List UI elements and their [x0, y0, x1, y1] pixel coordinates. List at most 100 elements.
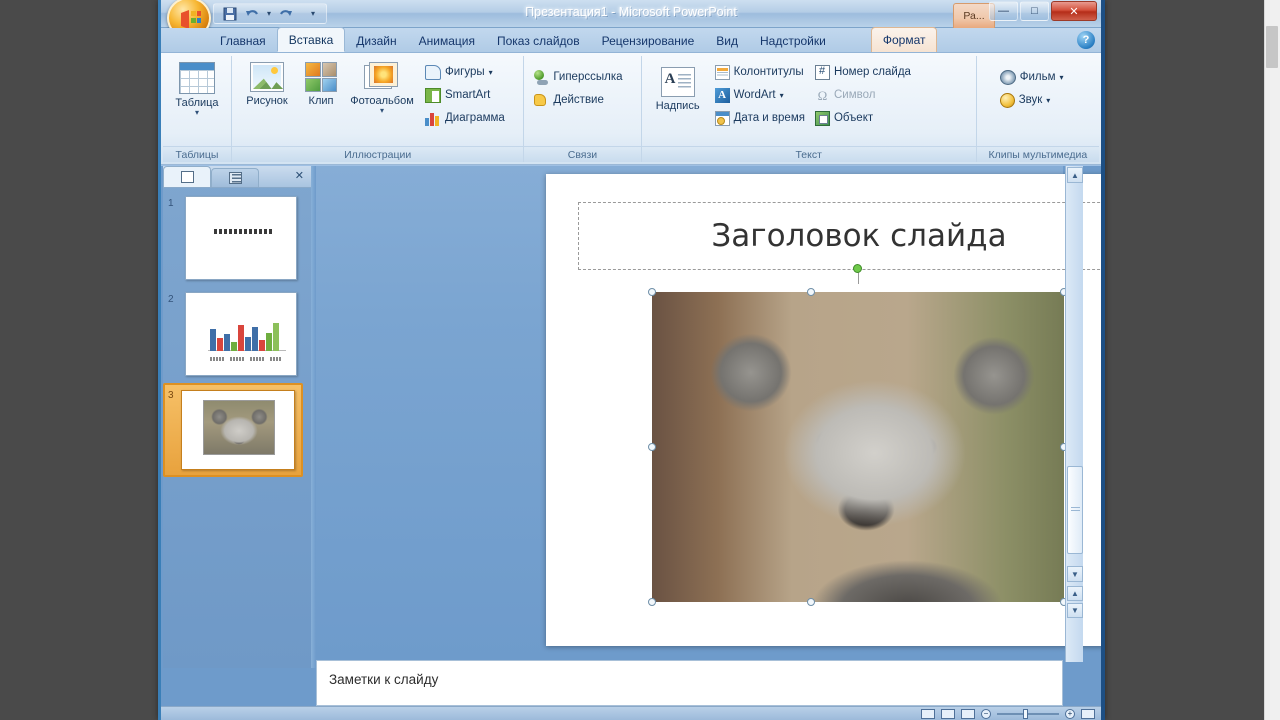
- chart-icon: [425, 111, 441, 126]
- resize-handle-middle-left[interactable]: [648, 443, 656, 451]
- datetime-icon: [714, 110, 730, 126]
- chart-label: Диаграмма: [445, 112, 505, 124]
- wordart-dropdown-icon[interactable]: ▾: [780, 91, 784, 100]
- smartart-button[interactable]: SmartArt: [421, 85, 509, 105]
- textbox-button[interactable]: A Надпись: [647, 59, 709, 112]
- scroll-up-button[interactable]: ▲: [1067, 167, 1083, 183]
- minimize-button[interactable]: —: [989, 1, 1018, 21]
- tab-view[interactable]: Вид: [705, 30, 749, 52]
- tab-addins[interactable]: Надстройки: [749, 30, 837, 52]
- rotation-handle[interactable]: [853, 264, 862, 273]
- chart-button[interactable]: Диаграмма: [421, 108, 509, 128]
- tab-format[interactable]: Формат: [870, 27, 938, 52]
- title-placeholder[interactable]: Заголовок слайда: [578, 202, 1101, 270]
- slides-tab[interactable]: [163, 166, 211, 187]
- shapes-dropdown-icon[interactable]: ▾: [489, 68, 493, 77]
- slides-tab-icon: [180, 171, 194, 183]
- picture-button-label: Рисунок: [246, 95, 288, 107]
- action-label: Действие: [553, 94, 604, 106]
- zoom-in-button[interactable]: +: [1065, 708, 1075, 719]
- resize-handle-bottom-center[interactable]: [807, 598, 815, 606]
- hyperlink-button[interactable]: Гиперссылка: [529, 67, 626, 87]
- media-small-buttons: Фильм ▾ Звук ▾: [982, 59, 1068, 110]
- thumbnail-slide-2[interactable]: 2: [163, 290, 311, 386]
- shapes-button[interactable]: Фигуры ▾: [421, 62, 509, 82]
- table-dropdown-icon[interactable]: ▾: [195, 109, 199, 117]
- slidenumber-label: Номер слайда: [833, 66, 911, 78]
- sound-label: Звук: [1018, 94, 1043, 106]
- scrollbar-thumb[interactable]: [1067, 466, 1083, 554]
- resize-handle-top-left[interactable]: [648, 288, 656, 296]
- ribbon-group-media: Фильм ▾ Звук ▾ Клипы мультимедиа: [975, 56, 1099, 162]
- movie-dropdown-icon[interactable]: ▾: [1059, 73, 1063, 82]
- help-icon[interactable]: ?: [1077, 31, 1095, 49]
- wordart-button[interactable]: A WordArt ▾: [711, 85, 809, 105]
- tab-review[interactable]: Рецензирование: [591, 30, 706, 52]
- sound-icon: [999, 92, 1015, 108]
- thumbnail-slide-3[interactable]: 3: [163, 383, 311, 482]
- notes-pane[interactable]: Заметки к слайду: [316, 660, 1063, 706]
- headerfooter-button[interactable]: Колонтитулы: [711, 62, 809, 82]
- normal-view-icon[interactable]: [921, 708, 935, 719]
- notes-placeholder-text: Заметки к слайду: [329, 672, 439, 687]
- tab-insert[interactable]: Вставка: [276, 27, 346, 52]
- close-pane-icon[interactable]: ✕: [295, 169, 304, 182]
- zoom-slider-thumb[interactable]: [1023, 708, 1028, 719]
- hyperlink-label: Гиперссылка: [553, 71, 623, 83]
- sorter-view-icon[interactable]: [941, 708, 955, 719]
- tab-animation[interactable]: Анимация: [408, 30, 486, 52]
- browser-scrollbar[interactable]: [1264, 0, 1280, 720]
- slide-canvas[interactable]: Заголовок слайда: [546, 174, 1101, 646]
- picture-icon: [250, 62, 284, 92]
- slideshow-view-icon[interactable]: [961, 708, 975, 719]
- sound-dropdown-icon[interactable]: ▾: [1046, 96, 1050, 105]
- outline-tab[interactable]: [211, 168, 259, 187]
- koala-image[interactable]: [652, 292, 1064, 602]
- close-button[interactable]: ✕: [1051, 1, 1097, 21]
- table-button[interactable]: Таблица ▾: [168, 59, 226, 117]
- zoom-out-button[interactable]: −: [981, 708, 991, 719]
- ribbon-group-media-title: Клипы мультимедиа: [976, 146, 1099, 162]
- headerfooter-icon: [714, 64, 730, 80]
- status-bar: − +: [161, 706, 1101, 720]
- photoalbum-button[interactable]: Фотоальбом ▾: [345, 59, 419, 115]
- next-slide-button[interactable]: ▼: [1067, 603, 1083, 618]
- resize-handle-bottom-left[interactable]: [648, 598, 656, 606]
- slidenumber-button[interactable]: Номер слайда: [811, 62, 915, 82]
- ribbon-group-tables: Таблица ▾ Таблицы: [163, 56, 231, 162]
- maximize-button[interactable]: □: [1020, 1, 1049, 21]
- ribbon: Таблица ▾ Таблицы Рисунок Клип Фотоальбо…: [161, 53, 1101, 165]
- movie-button[interactable]: Фильм ▾: [996, 67, 1068, 87]
- sound-button[interactable]: Звук ▾: [996, 90, 1068, 110]
- action-button[interactable]: Действие: [529, 90, 626, 110]
- fit-icon[interactable]: [1081, 708, 1095, 719]
- resize-handle-top-center[interactable]: [807, 288, 815, 296]
- thumbnail-number: 2: [168, 294, 174, 305]
- tab-slideshow[interactable]: Показ слайдов: [486, 30, 591, 52]
- slide-vertical-scrollbar[interactable]: ▲ ▼ ▲ ▼: [1065, 166, 1083, 662]
- browser-scrollbar-thumb[interactable]: [1266, 26, 1278, 68]
- ribbon-tab-strip: Главная Вставка Дизайн Анимация Показ сл…: [161, 27, 1101, 53]
- photoalbum-dropdown-icon[interactable]: ▾: [380, 107, 384, 115]
- object-button[interactable]: Объект: [811, 108, 915, 128]
- object-icon: [814, 110, 830, 126]
- clipart-button[interactable]: Клип: [299, 59, 343, 107]
- datetime-button[interactable]: Дата и время: [711, 108, 809, 128]
- illustrations-small-buttons: Фигуры ▾ SmartArt Диаграмма: [421, 59, 509, 128]
- ribbon-group-illustrations: Рисунок Клип Фотоальбом ▾ Фигуры ▾ Smart…: [231, 56, 524, 162]
- previous-slide-button[interactable]: ▲: [1067, 586, 1083, 601]
- outline-tab-icon: [228, 172, 242, 184]
- zoom-slider[interactable]: [997, 708, 1059, 719]
- picture-button[interactable]: Рисунок: [237, 59, 297, 107]
- ribbon-group-text-title: Текст: [641, 146, 976, 162]
- ribbon-group-links: Гиперссылка Действие Связи: [523, 56, 641, 162]
- tab-design[interactable]: Дизайн: [345, 30, 407, 52]
- tab-home[interactable]: Главная: [209, 30, 277, 52]
- thumbnail-preview: [181, 390, 295, 470]
- headerfooter-label: Колонтитулы: [733, 66, 804, 78]
- thumbnail-list: 1 2 3: [163, 188, 311, 668]
- scroll-down-button[interactable]: ▼: [1067, 566, 1083, 582]
- symbol-icon: Ω: [817, 87, 828, 103]
- thumbnail-slide-1[interactable]: 1: [163, 194, 311, 290]
- thumbnail-preview: [185, 292, 297, 376]
